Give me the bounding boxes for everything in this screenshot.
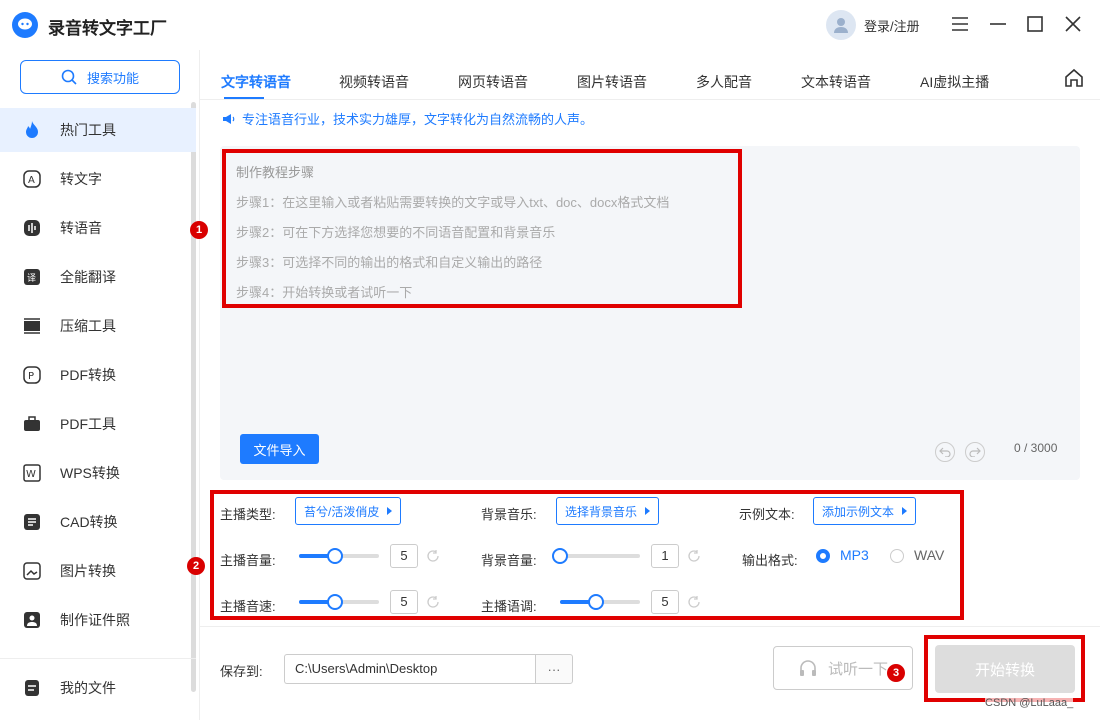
svg-text:P: P [28, 371, 34, 382]
sidebar-item-label: CAD转换 [60, 514, 118, 530]
sidebar-item-to-text[interactable]: A 转文字 [0, 157, 196, 201]
watermark: CSDN @LuLaaa_ [985, 697, 1074, 709]
tab-webpage-to-speech[interactable]: 网页转语音 [458, 72, 528, 92]
search-function-button[interactable]: 搜索功能 [20, 60, 180, 94]
redo-icon[interactable] [965, 442, 985, 462]
step-marker-3: 3 [887, 664, 905, 682]
close-icon[interactable] [1061, 12, 1085, 36]
headphones-icon [799, 660, 816, 676]
cad-icon [22, 512, 42, 532]
maximize-icon[interactable] [1023, 12, 1047, 36]
login-button[interactable]: 登录/注册 [826, 10, 920, 40]
step-marker-2: 2 [187, 557, 205, 575]
sidebar-item-hot-tools[interactable]: 热门工具 [0, 108, 196, 152]
save-path-input[interactable]: C:\Users\Admin\Desktop [284, 654, 536, 684]
pdf-convert-icon: P [22, 365, 42, 385]
browse-path-button[interactable]: ··· [535, 654, 573, 684]
undo-icon[interactable] [935, 442, 955, 462]
sidebar-item-pdf-convert[interactable]: P PDF转换 [0, 353, 196, 397]
sidebar-item-to-voice[interactable]: 转语音 [0, 206, 196, 250]
sidebar-item-label: 压缩工具 [60, 318, 116, 334]
tab-text-to-speech[interactable]: 文字转语音 [221, 72, 291, 92]
preview-listen-label: 试听一下 [827, 660, 888, 678]
save-to-label: 保存到: [220, 664, 263, 679]
svg-text:译: 译 [27, 273, 36, 284]
tab-video-to-speech[interactable]: 视频转语音 [339, 72, 409, 92]
voice-icon [22, 218, 42, 238]
sidebar-item-wps-convert[interactable]: W WPS转换 [0, 451, 196, 495]
briefcase-icon [22, 414, 42, 434]
minimize-icon[interactable] [986, 12, 1010, 36]
sidebar-item-translate[interactable]: 译 全能翻译 [0, 255, 196, 299]
svg-text:A: A [28, 175, 35, 186]
tab-multi-dubbing[interactable]: 多人配音 [696, 72, 752, 92]
login-label: 登录/注册 [864, 18, 920, 34]
sidebar-item-label: 转语音 [60, 220, 102, 236]
sidebar-item-id-photo[interactable]: 制作证件照 [0, 598, 196, 642]
tip-banner: 专注语音行业，技术实力雄厚，文字转化为自然流畅的人声。 [222, 109, 593, 128]
search-function-label: 搜索功能 [86, 70, 139, 86]
highlight-box-start [924, 635, 1085, 702]
active-tab-underline [224, 97, 264, 99]
home-icon[interactable] [1064, 68, 1086, 90]
text-convert-icon: A [22, 169, 42, 189]
tab-ai-virtual-anchor[interactable]: AI虚拟主播 [920, 72, 989, 92]
file-import-button[interactable]: 文件导入 [240, 434, 319, 464]
highlight-box-editor [222, 149, 742, 308]
title-bar: 录音转文字工厂 登录/注册 [0, 0, 1100, 50]
sidebar-item-my-files[interactable]: 我的文件 [0, 666, 196, 710]
megaphone-icon [223, 113, 235, 124]
sidebar-item-pdf-tools[interactable]: PDF工具 [0, 402, 196, 446]
sidebar-item-label: PDF工具 [60, 416, 116, 432]
tab-document-to-speech[interactable]: 文本转语音 [801, 72, 871, 92]
file-icon [22, 678, 42, 698]
tip-text: 专注语音行业，技术实力雄厚，文字转化为自然流畅的人声。 [242, 112, 594, 127]
image-icon [22, 561, 42, 581]
sidebar-item-cad-convert[interactable]: CAD转换 [0, 500, 196, 544]
search-icon [61, 69, 77, 85]
svg-text:W: W [26, 469, 36, 480]
sidebar-item-image-convert[interactable]: 图片转换 [0, 549, 196, 593]
id-photo-icon [22, 610, 42, 630]
highlight-box-settings [210, 490, 964, 620]
sidebar-item-compress[interactable]: 压缩工具 [0, 304, 196, 348]
tab-image-to-speech[interactable]: 图片转语音 [577, 72, 647, 92]
sidebar-item-label: 我的文件 [60, 680, 116, 696]
translate-icon: 译 [22, 267, 42, 287]
sidebar-divider [0, 658, 196, 659]
sidebar-item-label: PDF转换 [60, 367, 116, 383]
sidebar-item-label: 图片转换 [60, 563, 116, 579]
sidebar-item-label: 转文字 [60, 171, 102, 187]
menu-icon[interactable] [948, 12, 972, 36]
app-logo-icon [12, 12, 38, 38]
character-counter: 0 / 3000 [1014, 441, 1058, 455]
sidebar: 搜索功能 热门工具 A 转文字 转语音 译 全能翻译 压缩工具 P PDF转换 … [0, 50, 200, 720]
avatar-icon [826, 10, 856, 40]
wps-icon: W [22, 463, 42, 483]
sidebar-item-label: WPS转换 [60, 465, 120, 481]
app-title: 录音转文字工厂 [48, 19, 167, 38]
sidebar-item-label: 制作证件照 [60, 612, 130, 628]
step-marker-1: 1 [190, 221, 208, 239]
sidebar-item-label: 全能翻译 [60, 269, 116, 285]
sidebar-item-label: 热门工具 [60, 122, 116, 138]
flame-icon [22, 120, 42, 140]
compress-icon [22, 316, 42, 336]
